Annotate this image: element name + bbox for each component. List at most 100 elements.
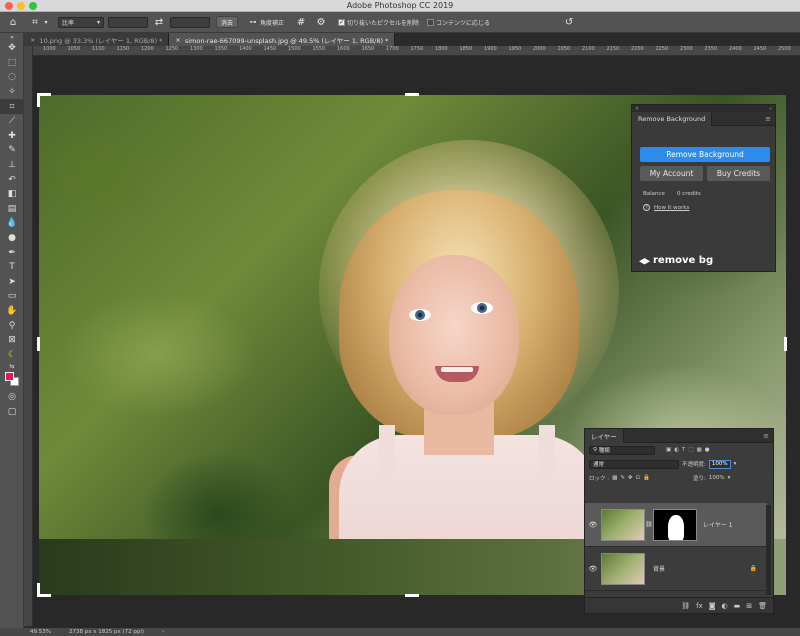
blur-tool-icon[interactable]: 💧 [0,216,24,231]
filter-pixel-icon[interactable]: ▣ [666,447,671,453]
document-tab[interactable]: × 10.png @ 33.3% (レイヤー 1, RGB/8) * [24,33,170,46]
path-selection-tool-icon[interactable]: ➤ [0,275,24,290]
crop-tool-icon[interactable]: ⌗ [0,99,24,114]
hand-tool-icon[interactable]: ✋ [0,304,24,319]
tools-collapse-icon[interactable]: » [0,33,24,41]
zoom-tool-icon[interactable]: ⚲ [0,318,24,333]
crop-handle[interactable] [405,93,419,96]
crop-width-field[interactable] [108,16,148,28]
layers-scrollbar[interactable] [766,505,771,595]
layers-tab[interactable]: レイヤー [585,428,624,443]
link-layers-icon[interactable]: ⛓ [681,602,690,610]
crop-tool-icon[interactable]: ⌗ [28,15,42,29]
new-group-icon[interactable]: ▬ [734,602,741,610]
my-account-button[interactable]: My Account [640,166,703,181]
swap-colors-icon[interactable]: ⇆ [0,362,24,370]
remove-background-tab[interactable]: Remove Background [632,111,713,126]
grid-overlay-icon[interactable]: # [294,15,308,29]
rectangle-tool-icon[interactable]: ▭ [0,289,24,304]
swap-icon[interactable]: ⇄ [152,15,166,29]
filter-smart-object-icon[interactable]: ▦ [697,447,702,453]
home-icon[interactable]: ⌂ [6,15,20,29]
document-tab-label: 10.png @ 33.3% (レイヤー 1, RGB/8) * [39,36,163,45]
close-icon[interactable]: × [175,36,180,44]
lock-image-icon[interactable]: ✎ [620,475,625,481]
lock-artboard-icon[interactable]: ⊡ [636,475,641,481]
screen-mode-icon[interactable]: ▢ [0,405,24,420]
filter-adjustment-icon[interactable]: ◐ [674,447,679,453]
close-icon[interactable]: × [30,36,35,44]
move-tool-icon[interactable]: ✥ [0,41,24,56]
help-icon: ? [643,204,650,211]
help-row[interactable]: ? How it works [643,204,689,211]
crop-height-field[interactable] [170,16,210,28]
layer-filter-select[interactable]: ⚲ 種類 [589,445,655,455]
visibility-eye-icon[interactable]: 👁 [585,521,601,529]
brush-tool-icon[interactable]: ✎ [0,143,24,158]
layer-mask-thumbnail[interactable] [653,508,697,541]
chevron-down-icon[interactable]: ▾ [728,475,731,481]
marquee-tool-icon[interactable]: ⬚ [0,56,24,71]
crop-handle[interactable] [37,337,40,351]
opacity-input[interactable]: 100% [708,459,731,469]
ratio-select[interactable]: 比率 ▾ [58,16,104,28]
pen-tool-icon[interactable]: ✒ [0,245,24,260]
lasso-tool-icon[interactable]: ◌ [0,70,24,85]
content-aware-checkbox[interactable] [427,18,435,26]
fill-input[interactable]: 100% [709,475,725,481]
filter-type-icon[interactable]: T [682,447,685,453]
zoom-level[interactable]: 49.53% [30,629,51,635]
eyedropper-tool-icon[interactable]: ⟋ [0,114,24,129]
magic-wand-tool-icon[interactable]: ✧ [0,85,24,100]
foreground-color-swatch[interactable] [5,372,14,382]
delete-cropped-checkbox[interactable]: ✓ [338,18,346,26]
document-tab-active[interactable]: × simon-rae-667099-unsplash.jpg @ 49.5% … [169,33,396,46]
lock-transparent-icon[interactable]: ▩ [612,475,617,481]
crop-handle[interactable] [37,93,40,107]
lock-all-icon[interactable]: 🔒 [643,475,650,481]
type-tool-icon[interactable]: T [0,260,24,275]
dress-strap [539,425,555,485]
chevron-down-icon[interactable]: ▾ [42,15,50,29]
gear-icon[interactable]: ⚙ [314,15,328,29]
trash-icon[interactable]: 🗑 [758,602,767,610]
buy-credits-button[interactable]: Buy Credits [707,166,770,181]
blend-mode-select[interactable]: 通常 [589,459,679,469]
banana-icon[interactable]: ☾ [0,347,24,362]
collapse-icon[interactable]: « [769,106,772,112]
visibility-eye-icon[interactable]: 👁 [585,565,601,573]
eraser-tool-icon[interactable]: ◧ [0,187,24,202]
layer-name[interactable]: レイヤー 1 [703,520,733,529]
straighten-icon[interactable]: ⊶ [246,15,260,29]
color-swatches[interactable] [0,370,24,390]
clear-button[interactable]: 消去 [216,16,239,28]
panel-menu-icon[interactable]: ≡ [765,115,775,123]
new-layer-icon[interactable]: ⊞ [746,602,752,610]
reset-icon[interactable]: ↺ [562,15,576,29]
crop-handle[interactable] [37,583,40,597]
crop-handle[interactable] [784,337,787,351]
filter-shape-icon[interactable]: ⬚ [688,447,693,453]
history-brush-tool-icon[interactable]: ↶ [0,172,24,187]
layer-row[interactable]: 👁 ⛓ レイヤー 1 [585,503,767,547]
adjustment-layer-icon[interactable]: ◐ [722,602,728,610]
lock-position-icon[interactable]: ✥ [628,475,633,481]
layer-row[interactable]: 👁 背景 🔒 [585,547,767,591]
how-it-works-link[interactable]: How it works [654,205,689,211]
gradient-tool-icon[interactable]: ▤ [0,202,24,217]
layer-name[interactable]: 背景 [653,564,665,573]
filter-toggle-icon[interactable]: ● [705,447,710,453]
mask-link-icon[interactable]: ⛓ [645,521,653,528]
clone-stamp-tool-icon[interactable]: ⊥ [0,158,24,173]
healing-brush-tool-icon[interactable]: ✚ [0,129,24,144]
dodge-tool-icon[interactable]: ● [0,231,24,246]
panel-menu-icon[interactable]: ≡ [763,432,773,440]
remove-background-button[interactable]: Remove Background [640,147,770,162]
chevron-down-icon[interactable]: ▾ [734,461,737,467]
crop-handle[interactable] [405,594,419,597]
layer-style-icon[interactable]: fx [696,602,703,610]
status-chevron-icon[interactable]: › [162,629,164,635]
add-mask-icon[interactable]: ◙ [709,602,716,610]
frame-tool-icon[interactable]: ⊠ [0,333,24,348]
quick-mask-icon[interactable]: ◎ [0,390,24,405]
